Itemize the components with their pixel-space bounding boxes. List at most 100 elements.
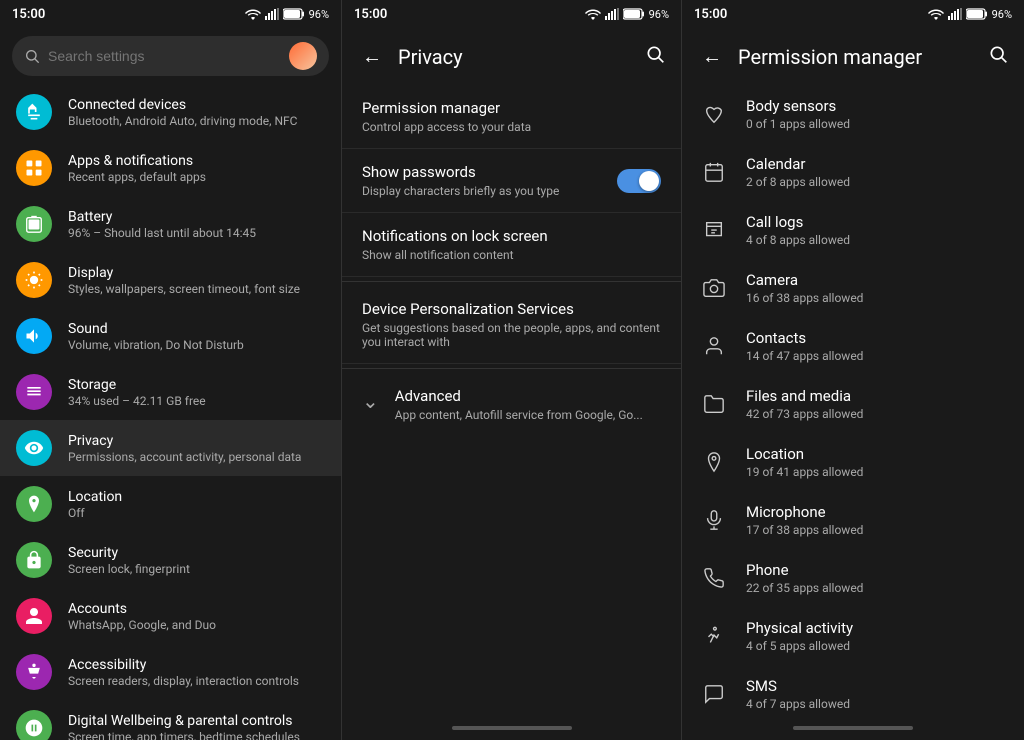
perm-item-contacts[interactable]: Contacts 14 of 47 apps allowed xyxy=(682,317,1024,375)
sound-text: Sound Volume, vibration, Do Not Disturb xyxy=(68,321,325,352)
display-text: Display Styles, wallpapers, screen timeo… xyxy=(68,265,325,296)
privacy-item-personalization[interactable]: Device Personalization Services Get sugg… xyxy=(342,286,681,364)
calendar-text: Calendar 2 of 8 apps allowed xyxy=(746,155,1008,189)
accounts-text: Accounts WhatsApp, Google, and Duo xyxy=(68,601,325,632)
settings-item-sound[interactable]: Sound Volume, vibration, Do Not Disturb xyxy=(0,308,341,364)
signal-icon-right xyxy=(948,8,962,20)
storage-sub: 34% used – 42.11 GB free xyxy=(68,394,325,408)
settings-item-wellbeing[interactable]: Digital Wellbeing & parental controls Sc… xyxy=(0,700,341,740)
settings-item-apps[interactable]: Apps & notifications Recent apps, defaul… xyxy=(0,140,341,196)
search-bar[interactable] xyxy=(12,36,329,76)
search-input[interactable] xyxy=(48,48,281,64)
sms-text: SMS 4 of 7 apps allowed xyxy=(746,677,1008,711)
files-text: Files and media 42 of 73 apps allowed xyxy=(746,387,1008,421)
privacy-item-notifications[interactable]: Notifications on lock screen Show all no… xyxy=(342,213,681,277)
physical-activity-text: Physical activity 4 of 5 apps allowed xyxy=(746,619,1008,653)
perm-item-physical-activity[interactable]: Physical activity 4 of 5 apps allowed xyxy=(682,607,1024,665)
privacy-text: Privacy Permissions, account activity, p… xyxy=(68,433,325,464)
body-sensors-title: Body sensors xyxy=(746,97,1008,115)
battery-pct-right: 96% xyxy=(992,8,1012,21)
search-button-right[interactable] xyxy=(988,44,1008,69)
wellbeing-text: Digital Wellbeing & parental controls Sc… xyxy=(68,713,325,740)
perm-item-sms[interactable]: SMS 4 of 7 apps allowed xyxy=(682,665,1024,720)
left-panel: 15:00 96% Connected devices Bluetooth, A… xyxy=(0,0,342,740)
status-bar-mid: 15:00 96% xyxy=(342,0,681,28)
location-perm-icon xyxy=(698,446,730,478)
perm-item-body-sensors[interactable]: Body sensors 0 of 1 apps allowed xyxy=(682,85,1024,143)
settings-item-accessibility[interactable]: Accessibility Screen readers, display, i… xyxy=(0,644,341,700)
location-sub: Off xyxy=(68,506,325,520)
privacy-title-header: Privacy xyxy=(398,45,633,69)
accessibility-text: Accessibility Screen readers, display, i… xyxy=(68,657,325,688)
call-logs-text: Call logs 4 of 8 apps allowed xyxy=(746,213,1008,247)
settings-item-security[interactable]: Security Screen lock, fingerprint xyxy=(0,532,341,588)
accounts-sub: WhatsApp, Google, and Duo xyxy=(68,618,325,632)
chevron-down-icon: ⌄ xyxy=(362,389,379,413)
privacy-item-permission-manager[interactable]: Permission manager Control app access to… xyxy=(342,85,681,149)
search-icon xyxy=(24,48,40,64)
connected-devices-text: Connected devices Bluetooth, Android Aut… xyxy=(68,97,325,128)
perm-item-camera[interactable]: Camera 16 of 38 apps allowed xyxy=(682,259,1024,317)
settings-item-battery[interactable]: Battery 96% – Should last until about 14… xyxy=(0,196,341,252)
perm-item-calendar[interactable]: Calendar 2 of 8 apps allowed xyxy=(682,143,1024,201)
personalization-title: Device Personalization Services xyxy=(362,300,661,318)
connected-devices-icon xyxy=(16,94,52,130)
settings-item-location[interactable]: Location Off xyxy=(0,476,341,532)
divider-2 xyxy=(342,368,681,369)
storage-title: Storage xyxy=(68,377,325,393)
phone-title: Phone xyxy=(746,561,1008,579)
privacy-header: ← Privacy xyxy=(342,28,681,85)
contacts-sub: 14 of 47 apps allowed xyxy=(746,349,1008,363)
call-logs-title: Call logs xyxy=(746,213,1008,231)
privacy-sub: Permissions, account activity, personal … xyxy=(68,450,325,464)
settings-item-display[interactable]: Display Styles, wallpapers, screen timeo… xyxy=(0,252,341,308)
wellbeing-icon xyxy=(16,710,52,740)
location-perm-text: Location 19 of 41 apps allowed xyxy=(746,445,1008,479)
wifi-icon-mid xyxy=(585,8,601,20)
back-button[interactable]: ← xyxy=(358,40,386,73)
personalization-sub: Get suggestions based on the people, app… xyxy=(362,321,661,349)
perm-item-microphone[interactable]: Microphone 17 of 38 apps allowed xyxy=(682,491,1024,549)
sms-title: SMS xyxy=(746,677,1008,695)
sms-sub: 4 of 7 apps allowed xyxy=(746,697,1008,711)
privacy-icon xyxy=(16,430,52,466)
show-passwords-title: Show passwords xyxy=(362,163,617,181)
microphone-sub: 17 of 38 apps allowed xyxy=(746,523,1008,537)
wellbeing-sub: Screen time, app timers, bedtime schedul… xyxy=(68,730,325,740)
accounts-icon xyxy=(16,598,52,634)
status-icons-left: 96% xyxy=(245,8,329,21)
microphone-icon xyxy=(698,504,730,536)
back-button-right[interactable]: ← xyxy=(698,40,726,73)
body-sensors-icon xyxy=(698,98,730,130)
settings-item-connected-devices[interactable]: Connected devices Bluetooth, Android Aut… xyxy=(0,84,341,140)
status-time-mid: 15:00 xyxy=(354,7,387,22)
show-passwords-toggle[interactable] xyxy=(617,169,661,193)
camera-sub: 16 of 38 apps allowed xyxy=(746,291,1008,305)
sms-icon xyxy=(698,678,730,710)
microphone-title: Microphone xyxy=(746,503,1008,521)
perm-manager-header: ← Permission manager xyxy=(682,28,1024,85)
accessibility-sub: Screen readers, display, interaction con… xyxy=(68,674,325,688)
settings-item-storage[interactable]: Storage 34% used – 42.11 GB free xyxy=(0,364,341,420)
notifications-title: Notifications on lock screen xyxy=(362,227,661,245)
search-button-mid[interactable] xyxy=(645,44,665,69)
privacy-item-show-passwords[interactable]: Show passwords Display characters briefl… xyxy=(342,149,681,213)
perm-item-files[interactable]: Files and media 42 of 73 apps allowed xyxy=(682,375,1024,433)
perm-item-location[interactable]: Location 19 of 41 apps allowed xyxy=(682,433,1024,491)
calendar-icon xyxy=(698,156,730,188)
settings-item-privacy[interactable]: Privacy Permissions, account activity, p… xyxy=(0,420,341,476)
display-sub: Styles, wallpapers, screen timeout, font… xyxy=(68,282,325,296)
battery-icon-mid xyxy=(623,8,645,20)
middle-panel: 15:00 96% ← Privacy Permission manager C… xyxy=(342,0,682,740)
calendar-title: Calendar xyxy=(746,155,1008,173)
privacy-item-advanced[interactable]: ⌄ Advanced App content, Autofill service… xyxy=(342,373,681,436)
display-title: Display xyxy=(68,265,325,281)
display-icon xyxy=(16,262,52,298)
physical-activity-sub: 4 of 5 apps allowed xyxy=(746,639,1008,653)
perm-item-phone[interactable]: Phone 22 of 35 apps allowed xyxy=(682,549,1024,607)
sound-icon xyxy=(16,318,52,354)
perm-item-call-logs[interactable]: Call logs 4 of 8 apps allowed xyxy=(682,201,1024,259)
permission-list: Body sensors 0 of 1 apps allowed Calenda… xyxy=(682,85,1024,720)
wifi-icon-right xyxy=(928,8,944,20)
settings-item-accounts[interactable]: Accounts WhatsApp, Google, and Duo xyxy=(0,588,341,644)
